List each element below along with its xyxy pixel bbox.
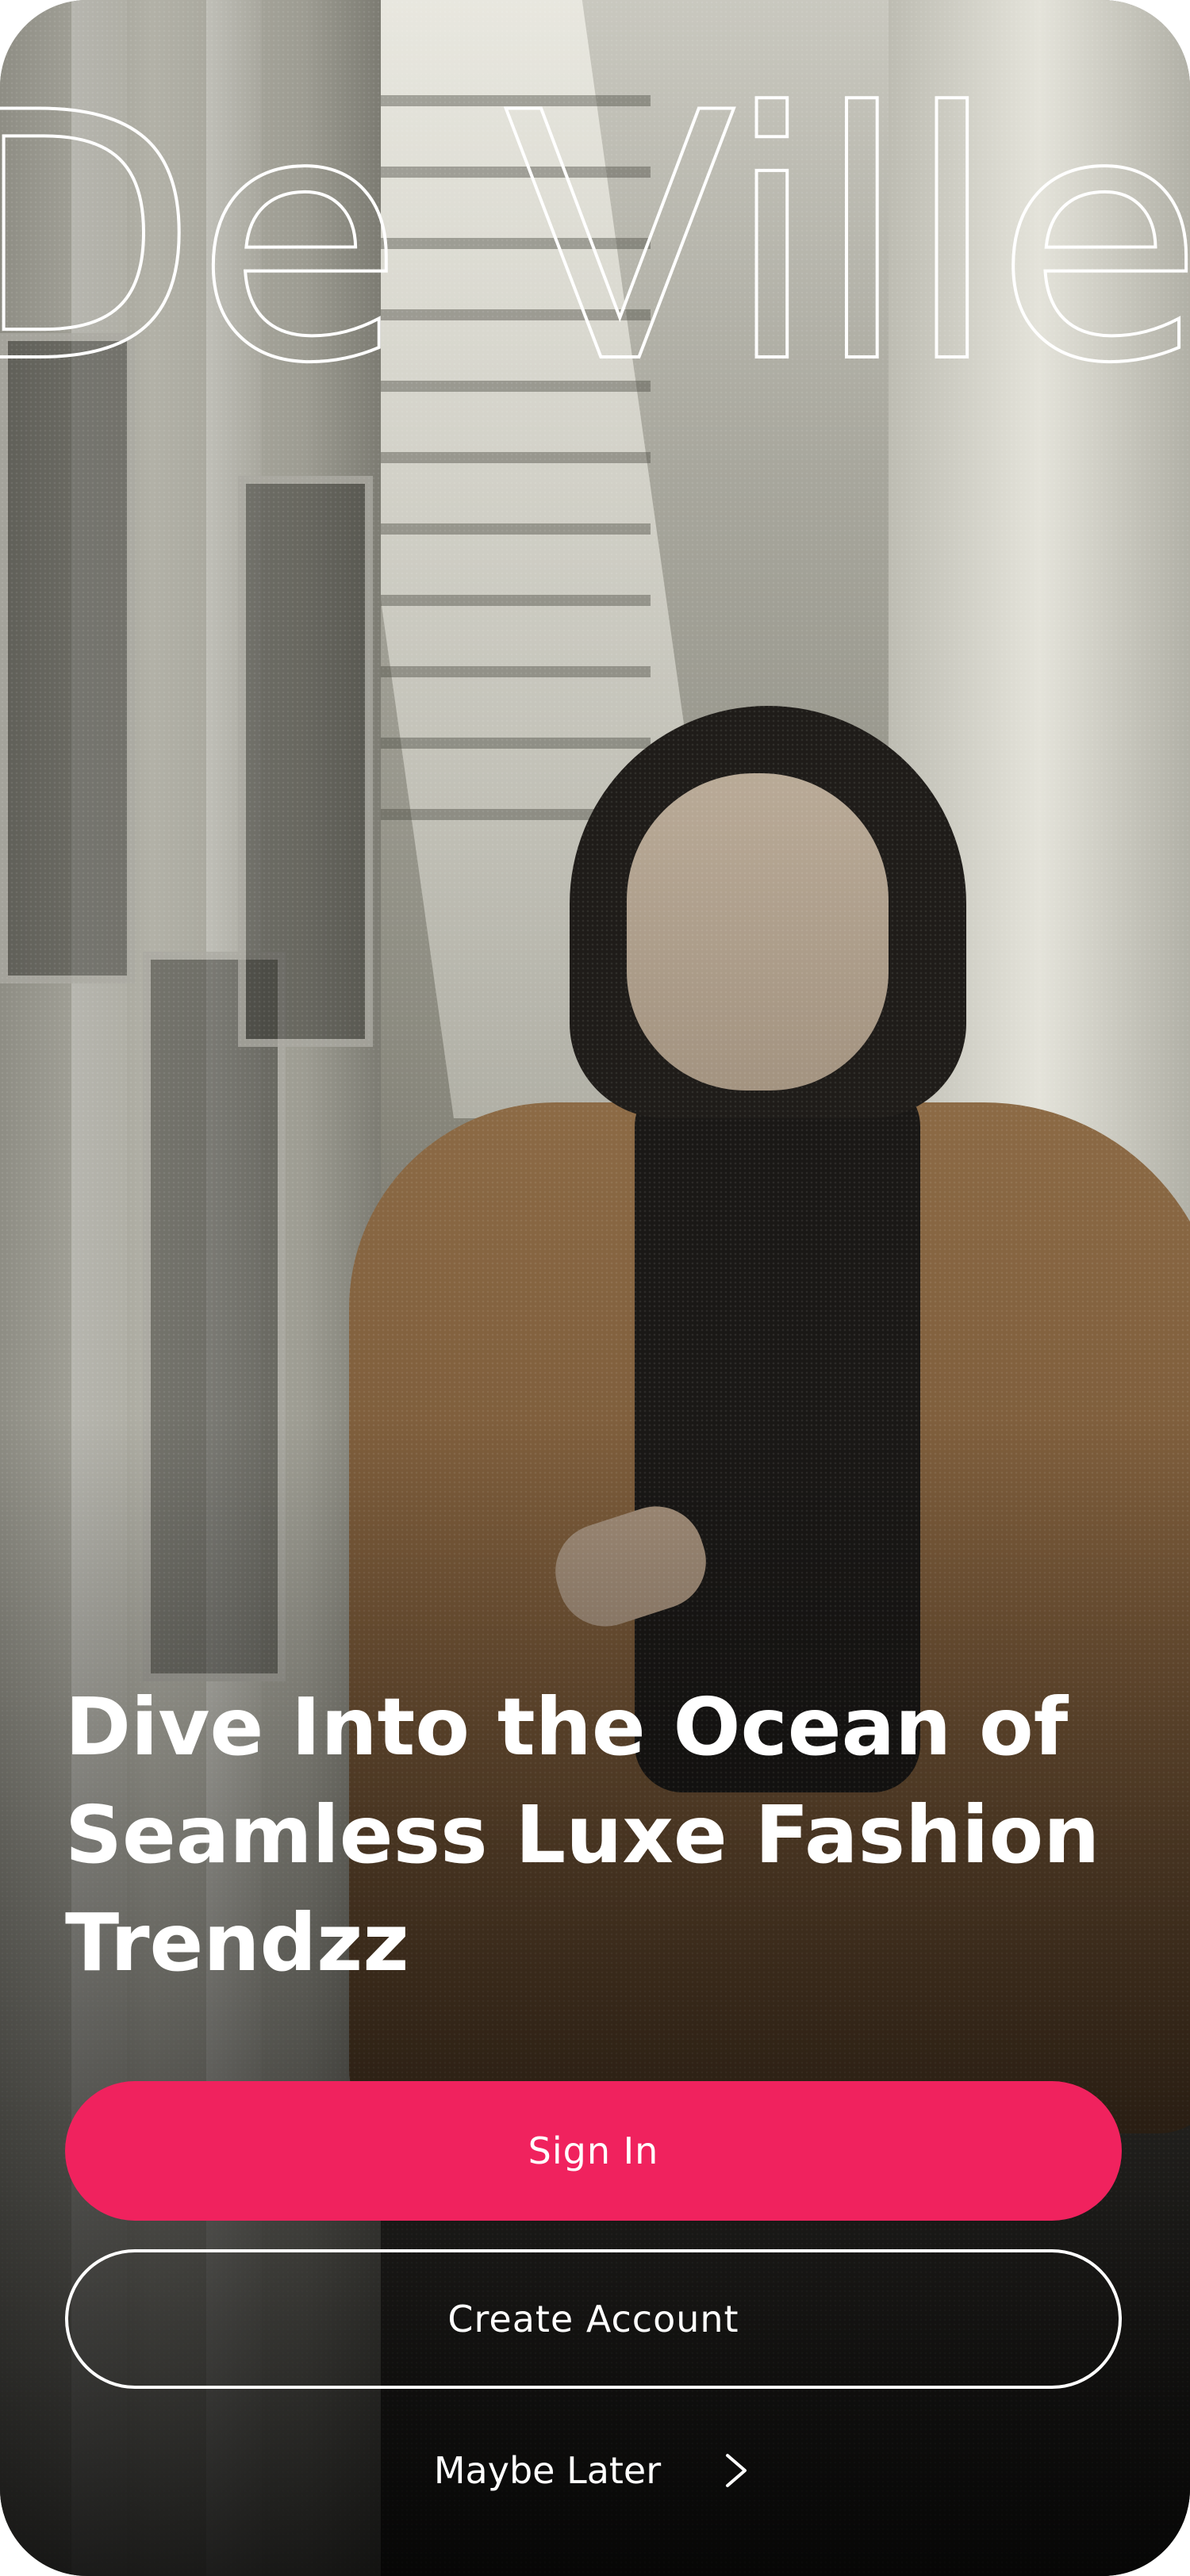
onboarding-screen: De Ville Dive Into the Ocean of Seamless… [0,0,1190,2576]
sign-in-button[interactable]: Sign In [65,2081,1122,2221]
maybe-later-link[interactable]: Maybe Later [0,2435,1190,2506]
brand-wordmark: De Ville [0,40,1190,389]
create-account-label: Create Account [447,2298,739,2340]
chevron-right-icon [716,2451,756,2490]
maybe-later-label: Maybe Later [433,2449,662,2492]
hero-headline: Dive Into the Ocean of Seamless Luxe Fas… [65,1681,1100,1989]
sign-in-label: Sign In [528,2129,659,2172]
create-account-button[interactable]: Create Account [65,2249,1122,2389]
brand-wordmark-text: De Ville [0,41,1190,389]
